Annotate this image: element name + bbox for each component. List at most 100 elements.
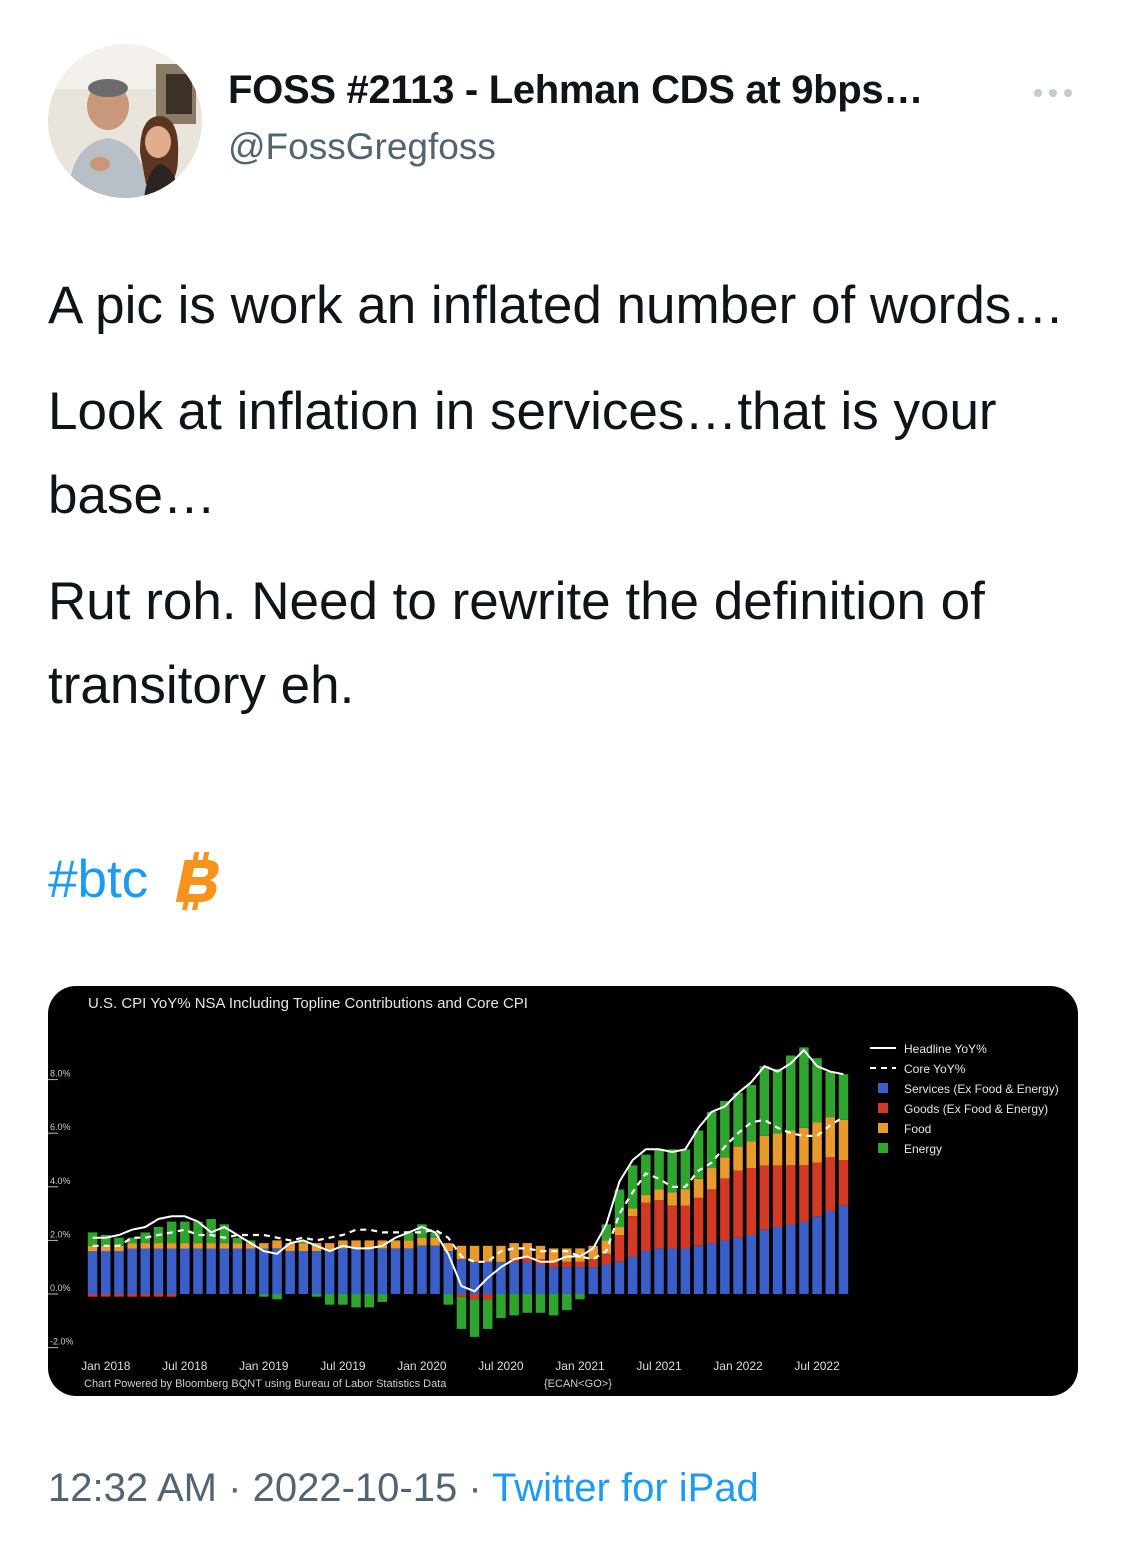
- legend-label: Food: [904, 1122, 931, 1136]
- y-tick-label: 6.0%: [50, 1122, 71, 1132]
- bar-segment-energy: [496, 1294, 506, 1319]
- bar-segment-services: [101, 1251, 111, 1294]
- bar-segment-energy: [799, 1047, 809, 1128]
- bar-segment-services: [588, 1267, 598, 1294]
- legend-swatch-services: [878, 1083, 888, 1093]
- hashtag-link[interactable]: #btc: [48, 850, 148, 909]
- bar-segment-services: [627, 1256, 638, 1294]
- bar-segment-services: [509, 1261, 519, 1294]
- bar-segment-services: [285, 1251, 295, 1294]
- bitcoin-icon: [175, 852, 219, 910]
- bar-segment-food: [390, 1240, 401, 1249]
- x-tick-label: Jul 2022: [794, 1359, 840, 1373]
- bar-segment-energy: [456, 1296, 467, 1329]
- bar-segment-energy: [469, 1299, 480, 1337]
- bar-segment-food: [298, 1243, 309, 1252]
- bar-segment-energy: [338, 1294, 348, 1305]
- bar-segment-food: [838, 1119, 849, 1160]
- tweet-meta: 12:32 AM · 2022-10-15 · Twitter for iPad: [48, 1466, 759, 1511]
- bar-segment-services: [522, 1261, 532, 1294]
- bar-segment-services: [114, 1251, 124, 1294]
- bar-segment-services: [575, 1267, 585, 1294]
- bar-segment-energy: [838, 1074, 849, 1120]
- y-tick-label: 2.0%: [50, 1229, 71, 1239]
- bar-segment-food: [219, 1243, 230, 1249]
- bar-segment-food: [772, 1133, 783, 1166]
- x-tick-label: Jan 2019: [239, 1359, 289, 1373]
- bar-segment-services: [193, 1248, 203, 1294]
- bar-segment-energy: [720, 1101, 730, 1158]
- bar-segment-goods: [601, 1253, 612, 1265]
- display-name[interactable]: FOSS #2113 - Lehman CDS at 9bps…: [228, 68, 923, 113]
- bar-segment-food: [812, 1122, 822, 1163]
- chart-footer-code: {ECAN<GO>}: [544, 1378, 612, 1390]
- bar-segment-energy: [733, 1093, 743, 1147]
- bar-segment-goods: [469, 1294, 480, 1300]
- bar-segment-energy: [786, 1055, 796, 1131]
- bar-segment-goods: [706, 1189, 717, 1244]
- more-button[interactable]: [1028, 78, 1078, 108]
- bar-segment-services: [825, 1210, 835, 1294]
- bar-segment-services: [166, 1248, 177, 1294]
- bar-segment-energy: [772, 1068, 783, 1134]
- bar-segment-services: [733, 1237, 743, 1294]
- bar-segment-goods: [127, 1294, 137, 1297]
- bar-segment-food: [667, 1192, 677, 1206]
- bar-segment-goods: [641, 1202, 651, 1252]
- bar-segment-goods: [627, 1216, 638, 1257]
- bar-segment-services: [601, 1264, 612, 1294]
- bar-segment-goods: [654, 1200, 664, 1249]
- user-handle[interactable]: @FossGregfoss: [228, 126, 496, 168]
- x-tick-label: Jan 2021: [555, 1359, 605, 1373]
- bar-segment-services: [786, 1224, 796, 1294]
- chart-footer: Chart Powered by Bloomberg BQNT using Bu…: [84, 1378, 447, 1390]
- legend-label: Headline YoY%: [904, 1042, 987, 1056]
- bar-segment-goods: [812, 1162, 822, 1217]
- bar-segment-energy: [311, 1294, 322, 1297]
- avatar[interactable]: [48, 44, 202, 198]
- bar-segment-food: [259, 1243, 269, 1249]
- legend-label: Services (Ex Food & Energy): [904, 1082, 1059, 1096]
- tweet-source-link[interactable]: Twitter for iPad: [492, 1466, 759, 1510]
- bar-segment-goods: [588, 1259, 598, 1268]
- legend-swatch-food: [878, 1123, 888, 1133]
- bar-segment-services: [693, 1245, 704, 1294]
- bar-segment-food: [614, 1227, 625, 1235]
- bar-segment-services: [404, 1248, 414, 1294]
- bar-segment-services: [180, 1248, 190, 1294]
- bar-segment-food: [404, 1240, 414, 1249]
- bar-segment-services: [838, 1205, 849, 1294]
- bar-segment-goods: [733, 1170, 743, 1238]
- bar-segment-services: [351, 1248, 361, 1294]
- bar-segment-energy: [575, 1294, 585, 1300]
- bar-segment-energy: [259, 1294, 269, 1297]
- bar-segment-food: [166, 1243, 177, 1249]
- bar-segment-goods: [562, 1261, 572, 1268]
- bar-segment-services: [377, 1248, 388, 1294]
- bar-segment-food: [825, 1117, 835, 1158]
- tweet-paragraph: Rut roh. Need to rewrite the definition …: [48, 572, 985, 715]
- cpi-chart: U.S. CPI YoY% NSA Including Topline Cont…: [48, 995, 1059, 1390]
- bar-segment-energy: [443, 1294, 453, 1305]
- bar-segment-food: [693, 1178, 704, 1198]
- bar-segment-services: [338, 1248, 348, 1294]
- bar-segment-services: [153, 1248, 164, 1294]
- bar-segment-services: [720, 1240, 730, 1294]
- bar-segment-services: [206, 1248, 216, 1294]
- bar-segment-food: [733, 1146, 743, 1171]
- tweet-paragraph: A pic is work an inflated number of word…: [48, 276, 1065, 335]
- bar-segment-food: [127, 1243, 137, 1249]
- attached-chart-image[interactable]: U.S. CPI YoY% NSA Including Topline Cont…: [48, 986, 1078, 1396]
- bar-segment-energy: [232, 1237, 243, 1244]
- y-tick-label: -2.0%: [50, 1337, 74, 1347]
- bar-segment-food: [509, 1243, 519, 1260]
- bar-segment-goods: [667, 1205, 677, 1249]
- bar-segment-services: [311, 1251, 322, 1294]
- bar-segment-services: [746, 1235, 756, 1294]
- tweet-time[interactable]: 12:32 AM: [48, 1466, 217, 1510]
- bar-segment-food: [140, 1243, 150, 1249]
- bar-segment-food: [272, 1240, 282, 1249]
- bar-segment-services: [812, 1216, 822, 1294]
- tweet-date[interactable]: 2022-10-15: [253, 1466, 458, 1510]
- bar-segment-goods: [759, 1165, 770, 1230]
